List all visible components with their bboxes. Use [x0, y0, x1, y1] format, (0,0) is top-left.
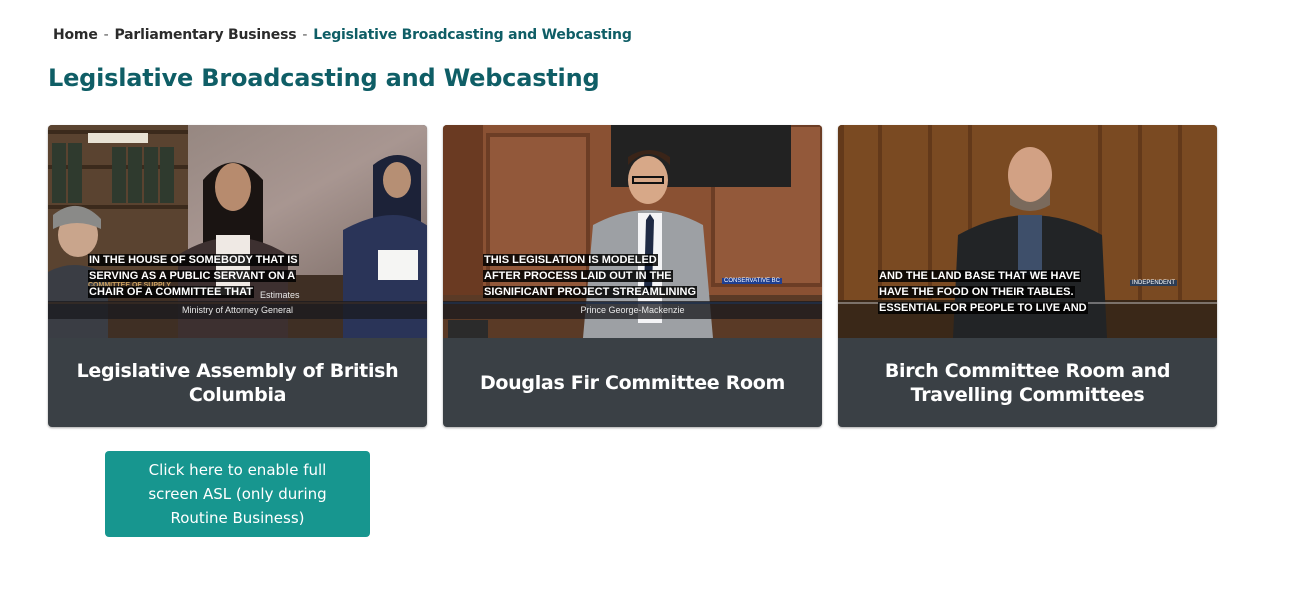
- party-tag: CONSERVATIVE BC: [721, 278, 782, 284]
- lower-third: Ministry of Attorney General: [48, 301, 427, 319]
- breadcrumb-home[interactable]: Home: [53, 27, 98, 43]
- card-birch[interactable]: INDEPENDENT AND THE LAND BASE THAT WE HA…: [838, 125, 1217, 427]
- enable-asl-fullscreen-button[interactable]: Click here to enable full screen ASL (on…: [105, 451, 370, 537]
- closed-caption: AND THE LAND BASE THAT WE HAVE HAVE THE …: [878, 270, 1088, 314]
- party-tag: INDEPENDENT: [1129, 280, 1177, 286]
- breadcrumb-separator: -: [103, 27, 109, 43]
- video-thumbnail[interactable]: Ministry of Attorney General COMMITTEE O…: [48, 125, 427, 338]
- card-title[interactable]: Birch Committee Room and Travelling Comm…: [838, 338, 1217, 427]
- card-legislative-assembly[interactable]: Ministry of Attorney General COMMITTEE O…: [48, 125, 427, 427]
- broadcast-cards: Ministry of Attorney General COMMITTEE O…: [48, 125, 1217, 427]
- breadcrumb-parliamentary-business[interactable]: Parliamentary Business: [114, 27, 296, 43]
- closed-caption: IN THE HOUSE OF SOMEBODY THAT IS SERVING…: [88, 254, 299, 298]
- breadcrumb-current: Legislative Broadcasting and Webcasting: [313, 27, 632, 43]
- video-thumbnail[interactable]: INDEPENDENT AND THE LAND BASE THAT WE HA…: [838, 125, 1217, 338]
- card-title[interactable]: Douglas Fir Committee Room: [443, 338, 822, 427]
- lower-third: Prince George-Mackenzie: [443, 301, 822, 319]
- breadcrumb-separator: -: [302, 27, 308, 43]
- video-thumbnail[interactable]: CONSERVATIVE BC Prince George-Mackenzie …: [443, 125, 822, 338]
- page-title: Legislative Broadcasting and Webcasting: [48, 64, 600, 92]
- closed-caption: THIS LEGISLATION IS MODELED AFTER PROCES…: [483, 254, 698, 298]
- card-title[interactable]: Legislative Assembly of British Columbia: [48, 338, 427, 427]
- breadcrumb: Home - Parliamentary Business - Legislat…: [53, 27, 632, 43]
- card-douglas-fir[interactable]: CONSERVATIVE BC Prince George-Mackenzie …: [443, 125, 822, 427]
